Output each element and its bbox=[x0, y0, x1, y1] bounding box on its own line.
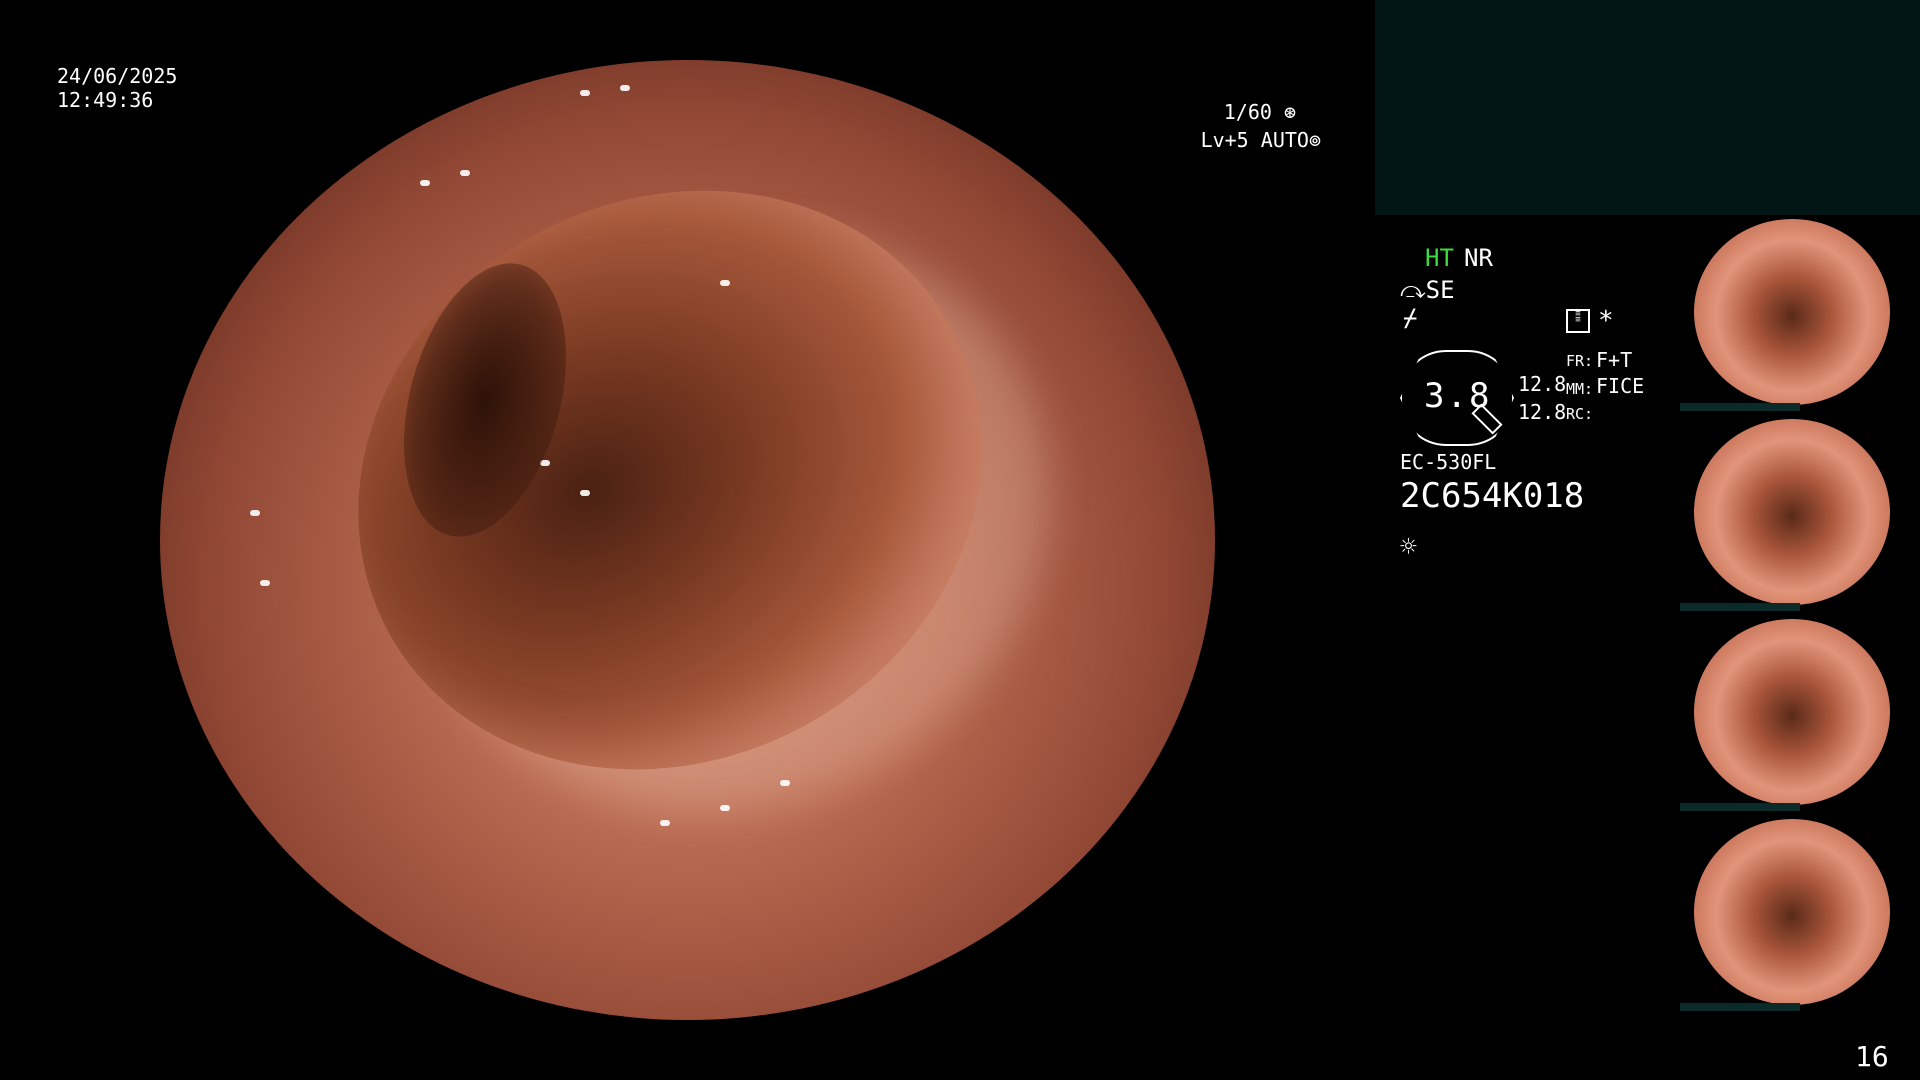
shutter-speed: 1/60 ⊛ bbox=[1180, 100, 1296, 124]
level-value: Lv+5 bbox=[1200, 128, 1249, 152]
value-2: 12.8 bbox=[1518, 400, 1567, 424]
rc-label: RC: bbox=[1566, 405, 1594, 423]
specular-highlight bbox=[580, 90, 590, 96]
level-readout: Lv+5 AUTO⊚ bbox=[1180, 128, 1321, 152]
top-info-panel bbox=[1375, 0, 1920, 215]
specular-highlight bbox=[780, 780, 790, 786]
shutter-icon: ⊛ bbox=[1271, 100, 1296, 124]
value-1: 12.8 bbox=[1518, 372, 1567, 396]
page-number: 16 bbox=[1855, 1040, 1889, 1073]
endoscopy-main-view bbox=[160, 60, 1215, 1020]
specular-highlight bbox=[580, 490, 590, 496]
thumbnail-4[interactable] bbox=[1672, 815, 1920, 1011]
light-icon: ☼ bbox=[1400, 530, 1417, 563]
thumbnail-image bbox=[1694, 219, 1890, 405]
specular-highlight bbox=[420, 180, 430, 186]
specular-highlight bbox=[250, 510, 260, 516]
thumbnail-1[interactable] bbox=[1672, 215, 1920, 411]
time-label: 12:49:36 bbox=[57, 88, 154, 112]
specular-highlight bbox=[660, 820, 670, 826]
thumbnail-image bbox=[1694, 419, 1890, 605]
thumbnail-bar bbox=[1680, 1003, 1800, 1011]
specular-highlight bbox=[720, 280, 730, 286]
thumbnail-bar bbox=[1680, 403, 1800, 411]
thumbnail-bar bbox=[1680, 803, 1800, 811]
thumbnail-3[interactable] bbox=[1672, 615, 1920, 811]
thumbnail-image bbox=[1694, 619, 1890, 805]
thumbnail-image bbox=[1694, 819, 1890, 1005]
nr-indicator: NR bbox=[1464, 244, 1493, 272]
scope-serial: 2C654K018 bbox=[1400, 476, 1585, 516]
date-label: 24/06/2025 bbox=[57, 64, 178, 88]
scope-icon: ⤼ bbox=[1400, 276, 1426, 304]
specular-highlight bbox=[260, 580, 270, 586]
specular-highlight bbox=[620, 85, 630, 91]
se-indicator: SE bbox=[1425, 276, 1455, 304]
specular-highlight bbox=[460, 170, 470, 176]
star-indicator: * bbox=[1598, 306, 1614, 336]
menu-list-icon: ≡ ≡ bbox=[1566, 309, 1590, 333]
specular-highlight bbox=[540, 460, 550, 466]
scope-mode-row: ⤼SE bbox=[1400, 276, 1455, 304]
mm-value: FICE bbox=[1596, 374, 1645, 398]
flash-icon: ⌿ bbox=[1403, 304, 1418, 332]
thumbnail-bar bbox=[1680, 603, 1800, 611]
specular-highlight bbox=[720, 805, 730, 811]
scope-model: EC-530FL bbox=[1400, 450, 1497, 474]
ht-indicator: HT bbox=[1425, 244, 1454, 272]
auto-iris-icon: ⊚ bbox=[1308, 128, 1321, 152]
fr-label: FR: bbox=[1566, 352, 1594, 370]
shutter-value: 1/60 bbox=[1223, 100, 1272, 124]
fr-value: F+T bbox=[1596, 348, 1633, 372]
auto-mode: AUTO bbox=[1260, 128, 1309, 152]
mm-label: MM: bbox=[1566, 380, 1594, 398]
thumbnail-2[interactable] bbox=[1672, 415, 1920, 611]
